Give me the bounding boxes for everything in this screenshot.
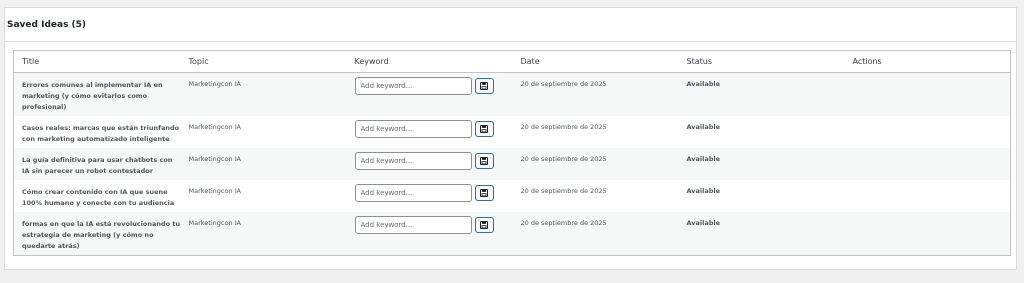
status-badge: Available — [678, 147, 845, 180]
idea-topic: Marketingcon IA — [188, 186, 242, 195]
table-row: Cómo crear contenido con IA que suene 10… — [14, 180, 1011, 212]
keyword-input[interactable] — [354, 215, 472, 234]
idea-date: 20 de septiembre de 2025 — [520, 122, 607, 131]
keyword-cell — [346, 72, 513, 116]
column-header-status: Status — [678, 50, 845, 73]
keyword-input[interactable] — [354, 183, 472, 202]
floppy-disk-icon — [480, 124, 488, 133]
idea-topic: Marketingcon IA — [180, 72, 347, 116]
idea-topic: Marketingcon IA — [180, 211, 347, 256]
floppy-disk-icon — [480, 220, 488, 229]
actions-cell — [845, 180, 1011, 212]
table-header-row: Title Topic Keyword Date Status Actions — [13, 50, 1011, 73]
table-row: La guía definitiva para usar chatbots co… — [13, 147, 1011, 180]
floppy-disk-icon — [480, 188, 488, 197]
save-keyword-button[interactable] — [474, 184, 494, 201]
idea-date: 20 de septiembre de 2025 — [512, 72, 679, 116]
saved-ideas-table: Title Topic Keyword Date Status Actions … — [13, 50, 1011, 256]
table-row: formas en que la IA está revolucionando … — [13, 211, 1011, 256]
actions-cell — [844, 72, 1011, 116]
actions-cell — [844, 211, 1011, 256]
actions-cell — [844, 147, 1011, 180]
idea-title: La guía definitiva para usar chatbots co… — [13, 147, 181, 180]
idea-title: Casos reales: marcas que están triunfand… — [22, 123, 180, 143]
keyword-cell — [347, 180, 513, 212]
status-badge: Available — [678, 211, 845, 256]
actions-cell — [845, 116, 1011, 148]
save-keyword-button[interactable] — [474, 152, 494, 169]
idea-date: 20 de septiembre de 2025 — [520, 186, 607, 195]
idea-topic: Marketingcon IA — [180, 147, 347, 180]
column-header-title: Title — [13, 50, 181, 73]
idea-date: 20 de septiembre de 2025 — [512, 211, 679, 256]
column-header-actions: Actions — [844, 50, 1011, 73]
idea-date: 20 de septiembre de 2025 — [512, 147, 679, 180]
column-header-topic: Topic — [180, 50, 347, 73]
save-keyword-button[interactable] — [474, 120, 494, 137]
save-keyword-button[interactable] — [474, 78, 494, 94]
keyword-input[interactable] — [354, 151, 472, 170]
save-keyword-button[interactable] — [474, 216, 494, 233]
status-badge: Available — [678, 72, 845, 116]
keyword-cell — [346, 147, 513, 180]
floppy-disk-icon — [480, 156, 488, 165]
idea-title: formas en que la IA está revolucionando … — [13, 211, 181, 256]
keyword-input[interactable] — [354, 77, 472, 95]
keyword-cell — [346, 211, 513, 256]
column-header-date: Date — [512, 50, 679, 73]
status-badge: Available — [686, 186, 721, 195]
floppy-disk-icon — [480, 82, 488, 90]
panel-title: Saved Ideas (5) — [7, 19, 87, 30]
idea-title: Cómo crear contenido con IA que suene 10… — [22, 187, 175, 207]
table-row: Errores comunes al implementar IA en mar… — [13, 72, 1011, 116]
idea-topic: Marketingcon IA — [188, 122, 242, 131]
idea-title: Errores comunes al implementar IA en mar… — [13, 72, 181, 116]
table-row: Casos reales: marcas que están triunfand… — [14, 116, 1011, 148]
saved-ideas-panel: Saved Ideas (5) Title Topic Keyword Date… — [4, 7, 1017, 270]
panel-header: Saved Ideas (5) — [5, 8, 1016, 42]
keyword-cell — [347, 116, 513, 148]
status-badge: Available — [686, 122, 721, 131]
column-header-keyword: Keyword — [346, 50, 513, 73]
keyword-input[interactable] — [354, 119, 472, 138]
